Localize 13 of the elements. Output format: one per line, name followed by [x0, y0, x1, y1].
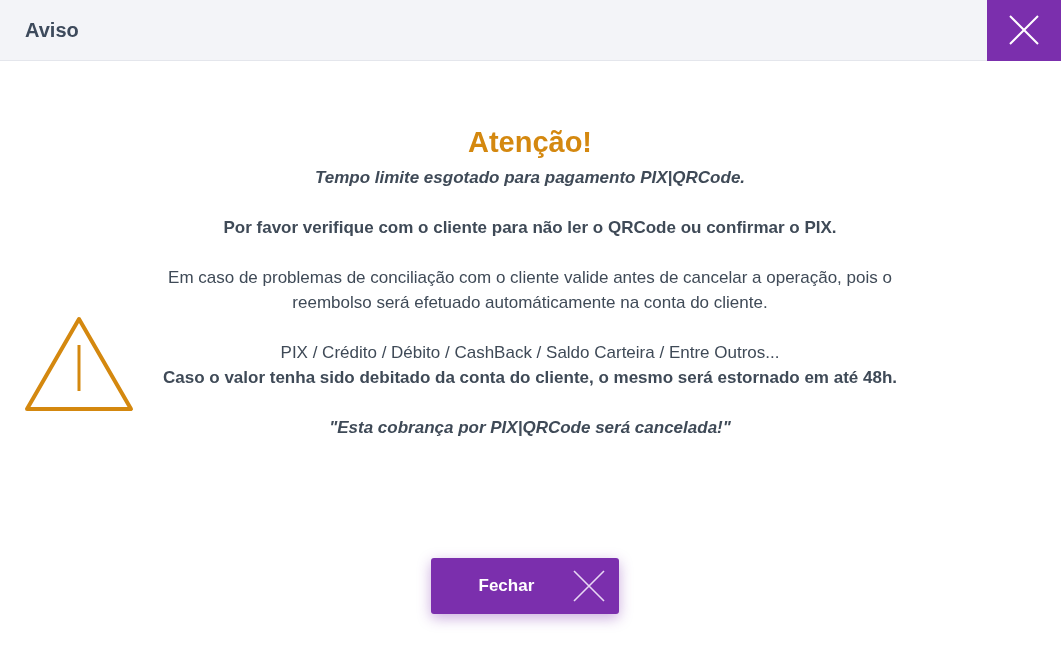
- message-text: "Esta cobrança por PIX|QRCode será cancelada!": [328, 417, 732, 439]
- message-text: Por favor verifique com o cliente para não ler o QRCode ou confirmar o PIX.: [222, 217, 838, 239]
- close-dialog-button[interactable]: Fechar: [430, 558, 619, 614]
- message-text: Tempo limite esgotado para pagamento PIX|QRCode.: [313, 167, 747, 189]
- warning-heading: Atenção!: [466, 125, 594, 159]
- close-icon: [572, 570, 605, 602]
- message-text: PIX / Crédito / Débito / CashBack / Saldo Carteira / Entre Outros...: [279, 342, 781, 364]
- close-icon: [1009, 15, 1039, 45]
- close-button[interactable]: [987, 0, 1061, 61]
- message-text: Caso o valor tenha sido debitado da conta do cliente, o mesmo será estornado em até 48h.: [162, 367, 898, 389]
- warning-icon: [23, 315, 135, 413]
- dialog-title: Aviso: [24, 18, 79, 42]
- message-text: Em caso de problemas de conciliação com o cliente valide antes de cancelar a operação, pois o reembolso será efetuado automáticamente na conta do cliente.: [167, 267, 893, 314]
